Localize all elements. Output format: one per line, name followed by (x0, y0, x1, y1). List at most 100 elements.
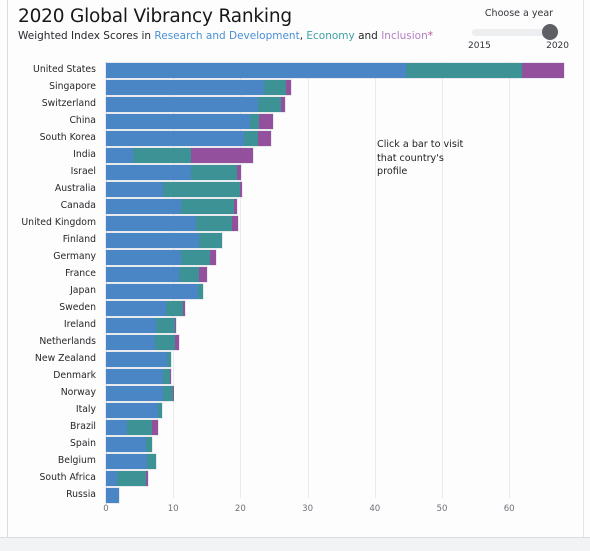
bar-segment-rd[interactable] (106, 114, 250, 129)
bar-segment-rd[interactable] (106, 488, 119, 503)
bar-segment-rd[interactable] (106, 301, 167, 316)
year-slider-knob[interactable] (542, 24, 558, 40)
bar-china[interactable] (106, 114, 273, 129)
bar-south-africa[interactable] (106, 471, 148, 486)
bar-segment-eco[interactable] (249, 114, 259, 129)
chart-row[interactable]: Finland (0, 232, 590, 249)
bar-segment-inc[interactable] (280, 97, 286, 112)
chart-row[interactable]: South Korea (0, 130, 590, 147)
bar-segment-rd[interactable] (106, 233, 199, 248)
bar-segment-rd[interactable] (106, 148, 133, 163)
bar-segment-rd[interactable] (106, 182, 164, 197)
bar-segment-rd[interactable] (106, 80, 264, 95)
bar-segment-rd[interactable] (106, 250, 182, 265)
bar-segment-inc[interactable] (175, 335, 179, 350)
bar-segment-rd[interactable] (106, 403, 158, 418)
bar-segment-eco[interactable] (244, 131, 258, 146)
bar-segment-inc[interactable] (234, 199, 238, 214)
bar-new-zealand[interactable] (106, 352, 171, 367)
bar-belgium[interactable] (106, 454, 157, 469)
bar-segment-rd[interactable] (106, 284, 199, 299)
bar-united-states[interactable] (106, 63, 565, 78)
chart-row[interactable]: Denmark (0, 368, 590, 385)
chart-row[interactable]: India (0, 147, 590, 164)
chart-row[interactable]: Russia (0, 487, 590, 504)
bar-australia[interactable] (106, 182, 243, 197)
bar-segment-inc[interactable] (198, 267, 207, 282)
chart-row[interactable]: France (0, 266, 590, 283)
bar-segment-inc[interactable] (145, 471, 148, 486)
bar-segment-rd[interactable] (106, 335, 156, 350)
bar-segment-eco[interactable] (263, 80, 287, 95)
bar-segment-inc[interactable] (174, 318, 176, 333)
bar-segment-rd[interactable] (106, 131, 245, 146)
bar-finland[interactable] (106, 233, 222, 248)
bar-norway[interactable] (106, 386, 174, 401)
chart-row[interactable]: Italy (0, 402, 590, 419)
bar-segment-eco[interactable] (163, 182, 241, 197)
chart-row[interactable]: Sweden (0, 300, 590, 317)
bar-united-kingdom[interactable] (106, 216, 239, 231)
chart-row[interactable]: United States (0, 62, 590, 79)
bar-segment-eco[interactable] (196, 216, 232, 231)
bar-segment-rd[interactable] (106, 369, 164, 384)
bar-spain[interactable] (106, 437, 153, 452)
bar-india[interactable] (106, 148, 254, 163)
bar-singapore[interactable] (106, 80, 291, 95)
bar-segment-eco[interactable] (163, 386, 173, 401)
bar-segment-rd[interactable] (106, 216, 197, 231)
bar-segment-eco[interactable] (132, 148, 192, 163)
year-slider[interactable]: Choose a year 2015 2020 (464, 8, 574, 53)
bar-denmark[interactable] (106, 369, 171, 384)
chart-row[interactable]: Canada (0, 198, 590, 215)
chart-row[interactable]: United Kingdom (0, 215, 590, 232)
bar-japan[interactable] (106, 284, 204, 299)
bar-israel[interactable] (106, 165, 242, 180)
bar-france[interactable] (106, 267, 207, 282)
bar-segment-rd[interactable] (106, 471, 117, 486)
bar-russia[interactable] (106, 488, 119, 503)
bar-segment-eco[interactable] (181, 199, 235, 214)
chart-row[interactable]: Belgium (0, 453, 590, 470)
bar-segment-eco[interactable] (146, 437, 153, 452)
chart-row[interactable]: China (0, 113, 590, 130)
year-slider-track-row[interactable] (464, 23, 574, 41)
chart-row[interactable]: Israel (0, 164, 590, 181)
bar-segment-rd[interactable] (106, 454, 147, 469)
chart-row[interactable]: Norway (0, 385, 590, 402)
bar-segment-eco[interactable] (157, 403, 162, 418)
legend-inclusion[interactable]: Inclusion (381, 30, 428, 42)
bar-segment-inc[interactable] (286, 80, 291, 95)
bar-brazil[interactable] (106, 420, 159, 435)
bar-segment-eco[interactable] (405, 63, 522, 78)
bar-segment-inc[interactable] (169, 369, 171, 384)
bar-segment-rd[interactable] (106, 165, 191, 180)
bar-segment-eco[interactable] (179, 267, 199, 282)
bar-segment-eco[interactable] (166, 301, 183, 316)
bar-segment-inc[interactable] (210, 250, 216, 265)
chart-row[interactable]: Singapore (0, 79, 590, 96)
bar-segment-inc[interactable] (237, 165, 242, 180)
bar-netherlands[interactable] (106, 335, 179, 350)
bar-segment-rd[interactable] (106, 352, 168, 367)
bar-segment-inc[interactable] (257, 131, 271, 146)
bar-segment-rd[interactable] (106, 267, 180, 282)
chart-row[interactable]: South Africa (0, 470, 590, 487)
chart-row[interactable]: Germany (0, 249, 590, 266)
bar-segment-eco[interactable] (198, 233, 222, 248)
bar-segment-eco[interactable] (190, 165, 238, 180)
legend-research-and-development[interactable]: Research and Development (154, 30, 299, 42)
bar-sweden[interactable] (106, 301, 185, 316)
chart-row[interactable]: New Zealand (0, 351, 590, 368)
bar-segment-eco[interactable] (116, 471, 146, 486)
chart-row[interactable]: Brazil (0, 419, 590, 436)
bar-segment-inc[interactable] (182, 301, 185, 316)
bar-segment-rd[interactable] (106, 63, 406, 78)
bar-segment-rd[interactable] (106, 318, 156, 333)
bar-segment-inc[interactable] (240, 182, 243, 197)
bar-segment-eco[interactable] (181, 250, 211, 265)
chart-row[interactable]: Japan (0, 283, 590, 300)
legend-economy[interactable]: Economy (306, 30, 354, 42)
bar-italy[interactable] (106, 403, 162, 418)
bar-segment-eco[interactable] (257, 97, 281, 112)
